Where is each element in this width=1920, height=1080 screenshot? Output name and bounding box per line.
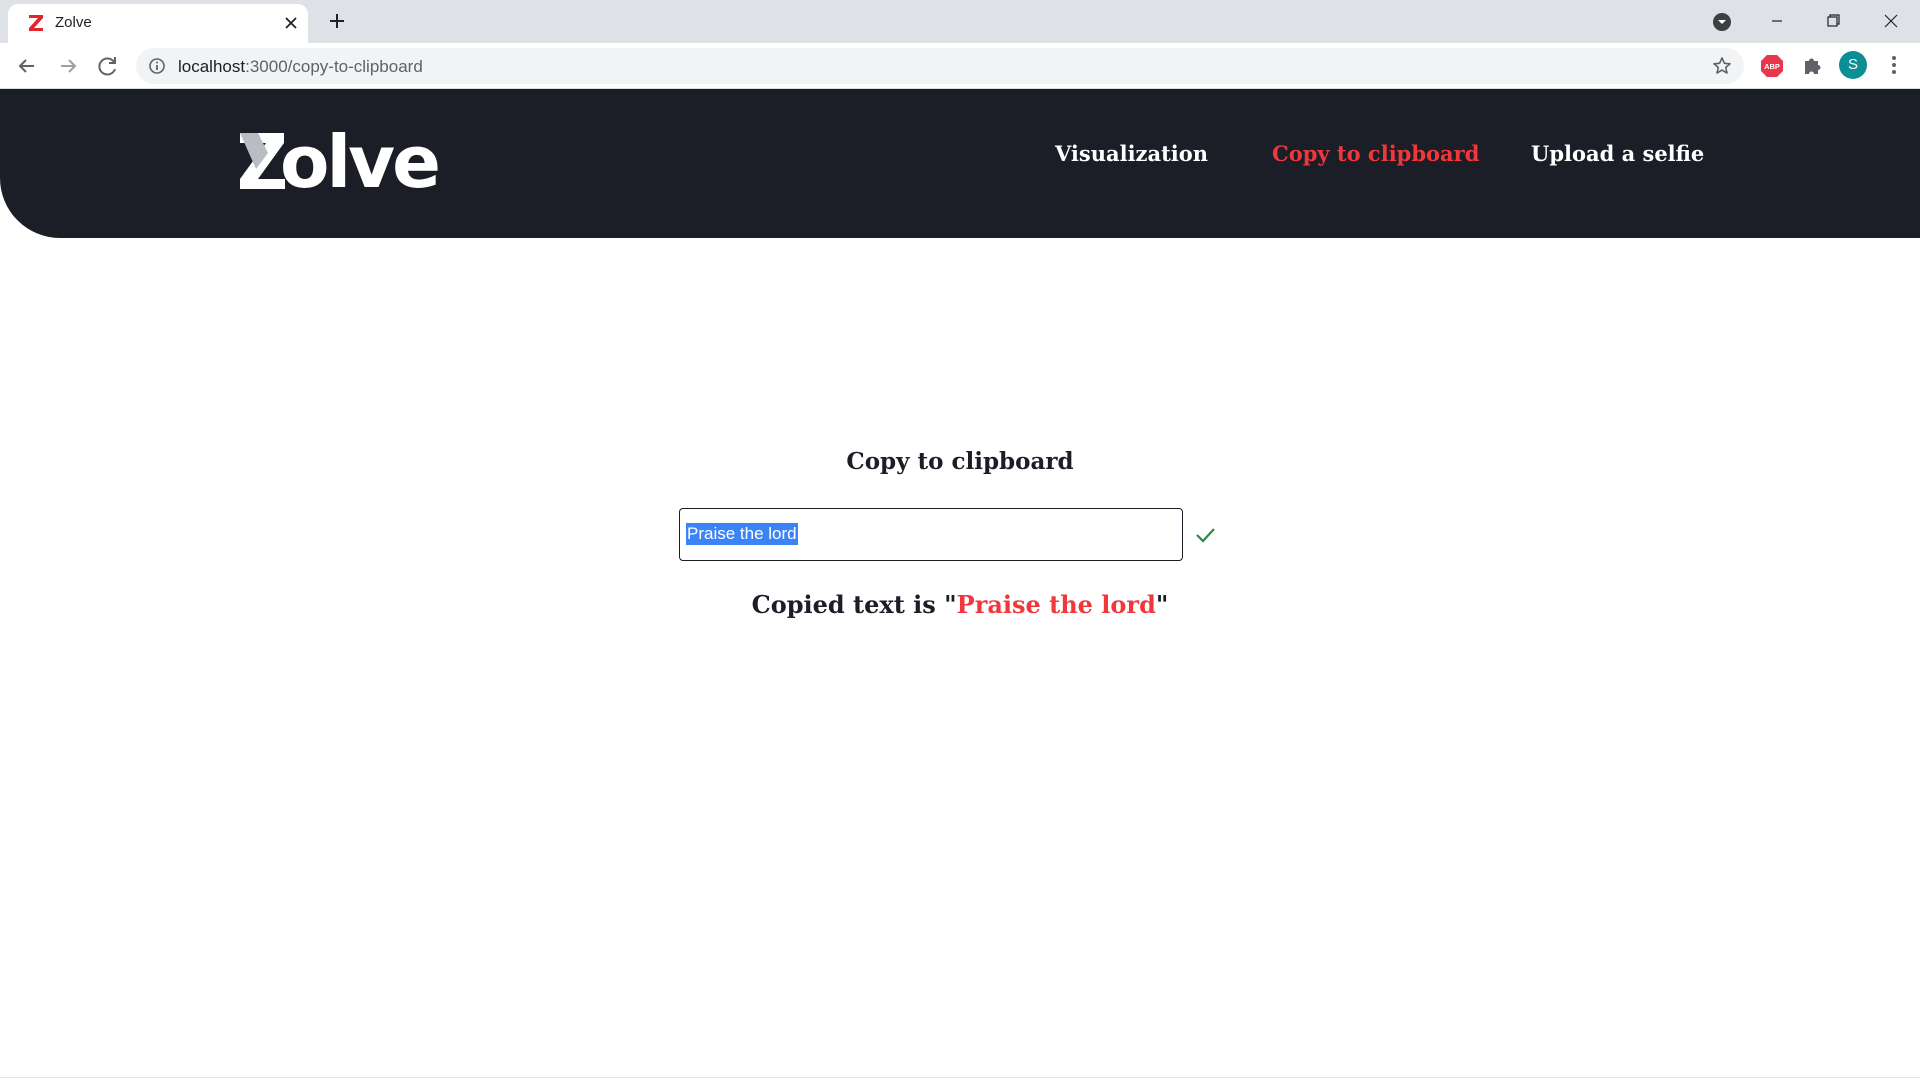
adblock-icon[interactable]: ABP bbox=[1760, 54, 1784, 78]
arrow-left-icon[interactable] bbox=[13, 52, 41, 80]
window-close-icon[interactable] bbox=[1873, 6, 1909, 36]
copied-prefix: Copied text is " bbox=[751, 590, 957, 619]
plus-icon[interactable] bbox=[326, 10, 348, 32]
copied-status: Copied text is "Praise the lord" bbox=[0, 590, 1920, 619]
info-icon[interactable] bbox=[148, 57, 166, 75]
tab-title: Zolve bbox=[55, 14, 92, 31]
copy-text-input[interactable]: Praise the lord bbox=[679, 508, 1183, 561]
copied-suffix: " bbox=[1155, 590, 1169, 619]
arrow-right-icon[interactable] bbox=[54, 52, 82, 80]
kebab-menu-icon[interactable] bbox=[1884, 54, 1904, 76]
address-bar[interactable]: localhost:3000/copy-to-clipboard bbox=[136, 48, 1744, 84]
minimize-icon[interactable] bbox=[1759, 6, 1795, 36]
url-host: localhost bbox=[178, 57, 246, 76]
browser-tab[interactable]: Zolve bbox=[8, 4, 308, 43]
restore-icon[interactable] bbox=[1815, 6, 1851, 36]
reload-icon[interactable] bbox=[94, 52, 122, 80]
star-icon[interactable] bbox=[1712, 56, 1732, 76]
brand-logo[interactable]: olve bbox=[238, 120, 448, 204]
puzzle-icon[interactable] bbox=[1801, 54, 1823, 76]
copied-value: Praise the lord bbox=[956, 590, 1156, 619]
nav-visualization[interactable]: Visualization bbox=[1055, 141, 1208, 166]
copy-input-value[interactable]: Praise the lord bbox=[686, 523, 798, 545]
avatar[interactable]: S bbox=[1839, 51, 1867, 79]
browser-toolbar: localhost:3000/copy-to-clipboard bbox=[0, 43, 1920, 89]
tab-search-icon[interactable] bbox=[1710, 10, 1734, 34]
close-icon[interactable] bbox=[282, 14, 300, 32]
bottom-divider bbox=[0, 1077, 1920, 1078]
svg-text:ABP: ABP bbox=[1764, 62, 1780, 71]
zolve-logo-icon bbox=[29, 15, 43, 31]
brand-wordmark: olve bbox=[280, 120, 441, 204]
url-path: :3000/copy-to-clipboard bbox=[245, 57, 423, 76]
browser-tab-strip: Zolve bbox=[0, 0, 1920, 43]
site-header: olve Visualization Copy to clipboard Upl… bbox=[0, 89, 1920, 238]
page-title: Copy to clipboard bbox=[846, 448, 1074, 475]
url-text[interactable]: localhost:3000/copy-to-clipboard bbox=[178, 57, 423, 77]
nav-upload-a-selfie[interactable]: Upload a selfie bbox=[1531, 141, 1704, 166]
nav-copy-to-clipboard[interactable]: Copy to clipboard bbox=[1272, 141, 1479, 166]
checkmark-icon bbox=[1196, 528, 1215, 543]
